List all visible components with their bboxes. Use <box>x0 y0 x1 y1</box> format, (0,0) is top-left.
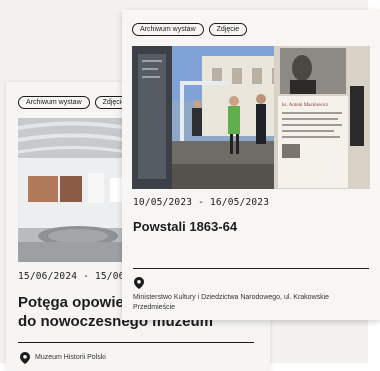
map-pin-icon <box>20 352 30 364</box>
divider <box>133 268 369 269</box>
date-range: 10/05/2023 - 16/05/2023 <box>133 197 270 208</box>
location-text: Ministerstwo Kultury i Dziedzictwa Narod… <box>133 294 330 311</box>
tag-list: Archiwum wystaw Zdjęcie <box>132 23 248 36</box>
tag-archive[interactable]: Archiwum wystaw <box>18 96 90 109</box>
svg-text:ks. Antoni Mackiewicz: ks. Antoni Mackiewicz <box>282 103 329 108</box>
card-title[interactable]: Powstali 1863-64 <box>133 219 237 235</box>
exhibition-photo[interactable]: ks. Antoni Mackiewicz <box>132 46 370 189</box>
exhibition-card-front[interactable]: Archiwum wystaw Zdjęcie ks. Antoni Macki… <box>122 10 380 320</box>
location-text: Muzeum Historii Polski <box>35 354 106 361</box>
divider <box>18 342 254 343</box>
tag-archive[interactable]: Archiwum wystaw <box>132 23 204 36</box>
tag-list: Archiwum wystaw Zdjęcie <box>18 96 134 109</box>
tag-photo[interactable]: Zdjęcie <box>208 23 248 36</box>
map-pin-icon <box>134 277 144 289</box>
